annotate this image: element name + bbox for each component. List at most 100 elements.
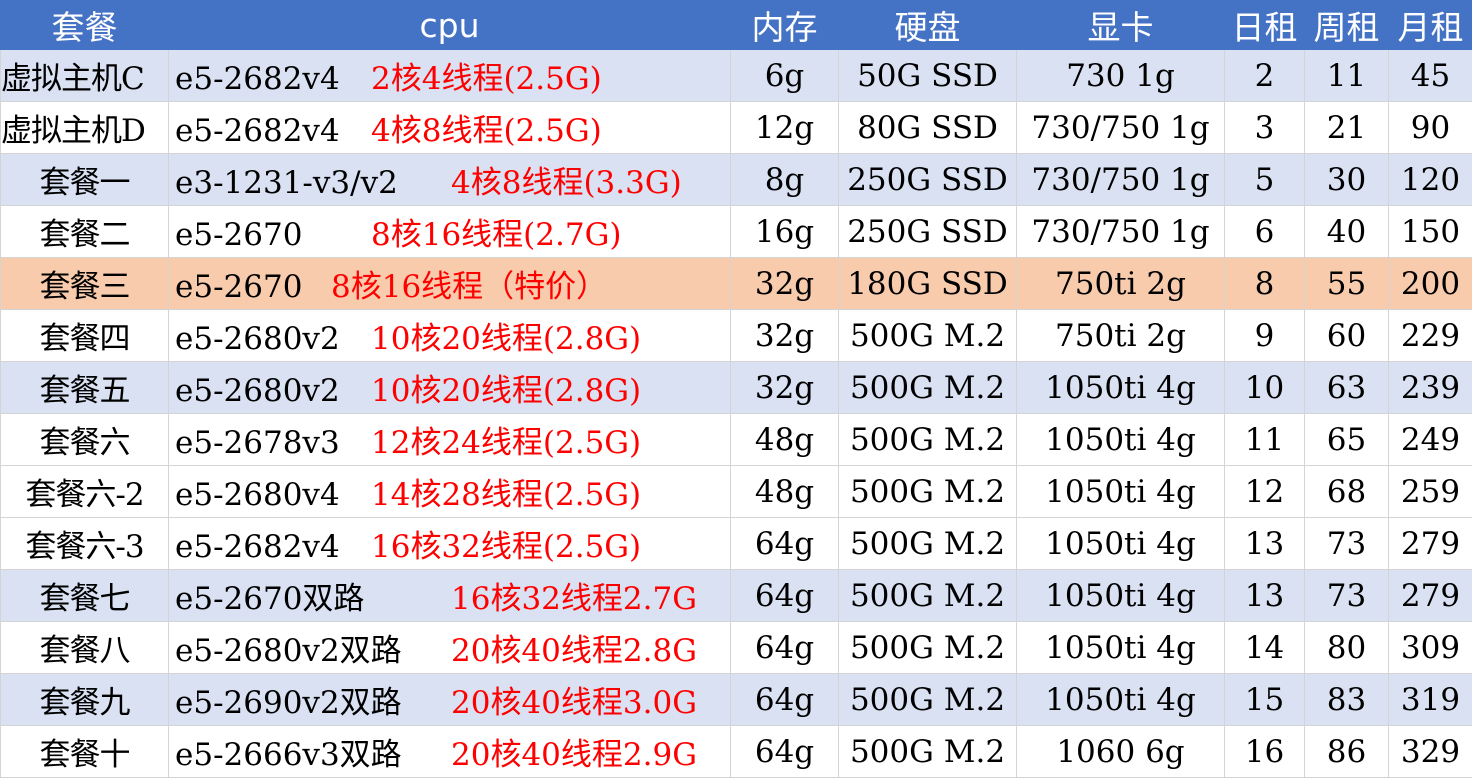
monthly-price: 329 (1389, 726, 1472, 778)
cpu-cell: e5-2682v416核32线程(2.5G) (169, 518, 731, 570)
table-row: 套餐二 e5-26708核16线程(2.7G) 16g 250G SSD 730… (1, 206, 1472, 258)
cpu-model: e5-2682v4 (175, 61, 371, 97)
gpu: 1050ti 4g (1017, 622, 1225, 674)
daily-price: 3 (1225, 102, 1305, 154)
disk: 500G M.2 (839, 570, 1017, 622)
header-memory: 内存 (731, 1, 839, 50)
monthly-price: 319 (1389, 674, 1472, 726)
gpu: 1050ti 4g (1017, 466, 1225, 518)
table-row: 虚拟主机C e5-2682v42核4线程(2.5G) 6g 50G SSD 73… (1, 50, 1472, 102)
cpu-spec: 20核40线程2.8G (451, 625, 697, 670)
disk: 180G SSD (839, 258, 1017, 310)
table-row: 套餐一 e3-1231-v3/v24核8线程(3.3G) 8g 250G SSD… (1, 154, 1472, 206)
package-name: 套餐九 (1, 674, 169, 726)
package-name: 套餐五 (1, 362, 169, 414)
table-row: 套餐十 e5-2666v3双路20核40线程2.9G 64g 500G M.2 … (1, 726, 1472, 778)
monthly-price: 249 (1389, 414, 1472, 466)
package-name: 套餐三 (1, 258, 169, 310)
monthly-price: 279 (1389, 518, 1472, 570)
table-row: 套餐八 e5-2680v2双路20核40线程2.8G 64g 500G M.2 … (1, 622, 1472, 674)
monthly-price: 239 (1389, 362, 1472, 414)
cpu-cell: e5-2670双路16核32线程2.7G (169, 570, 731, 622)
package-name: 套餐七 (1, 570, 169, 622)
package-name: 套餐六-3 (1, 518, 169, 570)
package-name: 套餐四 (1, 310, 169, 362)
daily-price: 14 (1225, 622, 1305, 674)
table-row: 套餐七 e5-2670双路16核32线程2.7G 64g 500G M.2 10… (1, 570, 1472, 622)
memory: 64g (731, 622, 839, 674)
weekly-price: 86 (1305, 726, 1389, 778)
weekly-price: 73 (1305, 570, 1389, 622)
daily-price: 13 (1225, 518, 1305, 570)
weekly-price: 80 (1305, 622, 1389, 674)
table-row: 套餐五 e5-2680v210核20线程(2.8G) 32g 500G M.2 … (1, 362, 1472, 414)
cpu-model: e5-2680v4 (175, 477, 371, 513)
monthly-price: 45 (1389, 50, 1472, 102)
package-name: 虚拟主机D (1, 102, 169, 154)
monthly-price: 90 (1389, 102, 1472, 154)
monthly-price: 229 (1389, 310, 1472, 362)
header-weekly: 周租 (1305, 1, 1389, 50)
cpu-spec: 16核32线程2.7G (451, 573, 697, 618)
package-name: 套餐六 (1, 414, 169, 466)
package-name: 套餐一 (1, 154, 169, 206)
disk: 500G M.2 (839, 310, 1017, 362)
daily-price: 8 (1225, 258, 1305, 310)
cpu-spec: 20核40线程2.9G (451, 729, 697, 774)
disk: 250G SSD (839, 206, 1017, 258)
cpu-cell: e5-2666v3双路20核40线程2.9G (169, 726, 731, 778)
cpu-cell: e5-26708核16线程（特价） (169, 258, 731, 310)
cpu-model: e5-2680v2 (175, 321, 371, 357)
package-name: 虚拟主机C (1, 50, 169, 102)
memory: 32g (731, 258, 839, 310)
header-disk: 硬盘 (839, 1, 1017, 50)
table-row: 套餐六-2 e5-2680v414核28线程(2.5G) 48g 500G M.… (1, 466, 1472, 518)
gpu: 1050ti 4g (1017, 414, 1225, 466)
gpu: 730/750 1g (1017, 206, 1225, 258)
disk: 50G SSD (839, 50, 1017, 102)
memory: 48g (731, 414, 839, 466)
memory: 32g (731, 362, 839, 414)
cpu-spec: 4核8线程(3.3G) (451, 157, 682, 202)
gpu: 750ti 2g (1017, 310, 1225, 362)
weekly-price: 30 (1305, 154, 1389, 206)
gpu: 730 1g (1017, 50, 1225, 102)
disk: 500G M.2 (839, 414, 1017, 466)
cpu-spec: 8核16线程（特价） (331, 261, 607, 306)
table-row: 套餐九 e5-2690v2双路20核40线程3.0G 64g 500G M.2 … (1, 674, 1472, 726)
weekly-price: 68 (1305, 466, 1389, 518)
monthly-price: 120 (1389, 154, 1472, 206)
cpu-cell: e5-26708核16线程(2.7G) (169, 206, 731, 258)
monthly-price: 150 (1389, 206, 1472, 258)
cpu-model: e5-2680v2双路 (175, 625, 451, 670)
cpu-cell: e5-2680v210核20线程(2.8G) (169, 310, 731, 362)
daily-price: 13 (1225, 570, 1305, 622)
disk: 500G M.2 (839, 622, 1017, 674)
disk: 500G M.2 (839, 726, 1017, 778)
daily-price: 9 (1225, 310, 1305, 362)
weekly-price: 60 (1305, 310, 1389, 362)
weekly-price: 55 (1305, 258, 1389, 310)
cpu-cell: e5-2678v312核24线程(2.5G) (169, 414, 731, 466)
cpu-model: e5-2670 (175, 217, 371, 253)
cpu-cell: e3-1231-v3/v24核8线程(3.3G) (169, 154, 731, 206)
monthly-price: 259 (1389, 466, 1472, 518)
weekly-price: 21 (1305, 102, 1389, 154)
weekly-price: 73 (1305, 518, 1389, 570)
cpu-spec: 16核32线程(2.5G) (371, 521, 641, 566)
cpu-cell: e5-2682v42核4线程(2.5G) (169, 50, 731, 102)
monthly-price: 309 (1389, 622, 1472, 674)
monthly-price: 279 (1389, 570, 1472, 622)
pricing-table: 套餐 cpu 内存 硬盘 显卡 日租 周租 月租 虚拟主机C e5-2682v4… (0, 0, 1472, 778)
disk: 80G SSD (839, 102, 1017, 154)
header-daily: 日租 (1225, 1, 1305, 50)
disk: 500G M.2 (839, 518, 1017, 570)
weekly-price: 83 (1305, 674, 1389, 726)
package-name: 套餐八 (1, 622, 169, 674)
weekly-price: 11 (1305, 50, 1389, 102)
daily-price: 12 (1225, 466, 1305, 518)
daily-price: 2 (1225, 50, 1305, 102)
cpu-spec: 4核8线程(2.5G) (371, 105, 602, 150)
table-row-highlighted: 套餐三 e5-26708核16线程（特价） 32g 180G SSD 750ti… (1, 258, 1472, 310)
disk: 250G SSD (839, 154, 1017, 206)
